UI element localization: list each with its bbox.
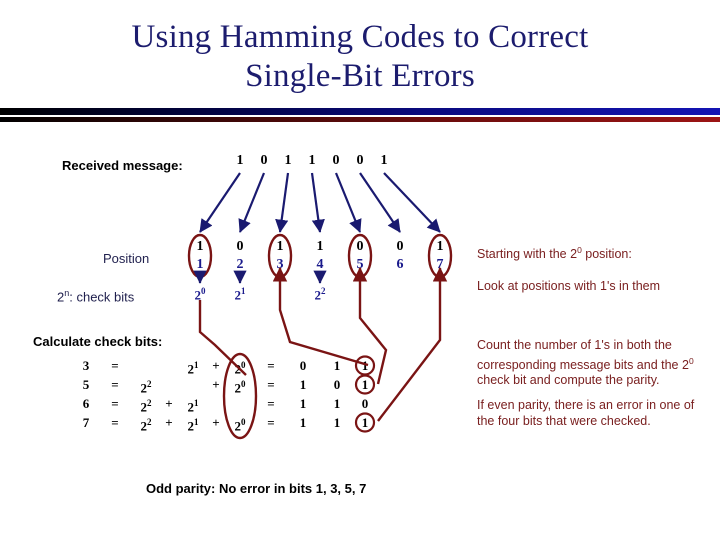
calc-table-row: 5 = 22 +20 = 1 0 1 [0,375,460,395]
calc-value: 6 [82,396,90,411]
note-count-ones: Count the number of 1's in both the corr… [477,338,694,388]
position-bit-value: 1 [316,239,324,254]
calc-table-row: 7 = 22 +21 +20 = 1 1 1 [0,413,460,434]
position-column: 14 [307,238,333,274]
calc-plus: + [212,377,220,392]
conclusion-text: Odd parity: No error in bits 1, 3, 5, 7 [146,481,367,496]
calc-equals: = [111,377,119,392]
divider-bar-red [0,117,720,122]
position-number: 2 [236,257,244,272]
position-number: 1 [196,257,204,272]
received-message-bits: 1 0 1 1 0 0 1 [0,153,720,171]
calc-plus: + [212,415,220,430]
calc-table-row: 6 = 22 +21 = 1 1 0 [0,394,460,414]
message-bit-arrow [238,172,266,233]
message-bit-arrow [359,172,401,233]
check-bit-power: 21 [234,286,246,303]
position-bit-value: 1 [196,239,204,254]
position-column: 05 [347,238,373,274]
position-number: 5 [356,257,364,272]
calc-bit-parity: 1 [361,377,369,392]
calc-bit: 0 [333,377,341,392]
calc-bit: 1 [333,396,341,411]
position-number: 6 [396,257,404,272]
calculate-check-bits-label: Calculate check bits: [33,334,163,349]
calc-equals: = [111,396,119,411]
calc-equals: = [267,396,275,411]
calc-bit-parity: 1 [361,358,369,373]
check-bits-label: 2n: check bits [57,288,135,305]
calc-value: 5 [82,377,90,392]
connector-row3-to-pos3 [272,267,369,367]
note-starting-position: Starting with the 20 position: [477,245,632,262]
position-to-checkbit-arrows [193,270,327,284]
message-bit: 0 [356,153,364,168]
page-title: Using Hamming Codes to Correct Single-Bi… [0,18,720,96]
calc-plus: + [212,358,220,373]
position-bit-value: 1 [276,239,284,254]
message-bit-arrow [334,172,362,233]
note-look-at-positions: Look at positions with 1's in them [477,279,661,293]
calc-value: 7 [82,415,90,430]
position-bit-value: 0 [356,239,364,254]
calc-plus: + [165,396,173,411]
calc-bit: 1 [333,415,341,430]
calc-equals: = [267,377,275,392]
message-bit: 1 [308,153,316,168]
title-line-1: Using Hamming Codes to Correct [131,19,589,55]
position-label: Position [103,251,150,266]
calc-equals: = [111,415,119,430]
calc-bit: 1 [299,396,307,411]
title-line-2: Single-Bit Errors [245,58,475,94]
position-number: 7 [436,257,444,272]
position-bit-value: 0 [236,239,244,254]
position-column: 11 [187,238,213,274]
note-even-parity: If even parity, there is an error in one… [477,398,695,428]
message-bit: 0 [332,153,340,168]
check-bit-power: 20 [194,286,206,303]
message-bit: 1 [236,153,244,168]
calc-bit: 1 [299,377,307,392]
message-bit: 1 [284,153,292,168]
message-bit-arrow [383,172,441,233]
calc-bit-parity: 0 [361,396,369,411]
message-to-position-arrows [199,172,441,233]
position-number: 3 [276,257,284,272]
calc-bit: 1 [333,358,341,373]
position-column: 02 [227,238,253,274]
calc-bit: 1 [299,415,307,430]
calc-bit-parity: 1 [361,415,369,430]
check-bit-power: 22 [314,286,326,303]
message-bit: 0 [260,153,268,168]
calc-term: 22 [140,417,152,434]
message-bit-arrow [199,172,241,233]
message-bit-arrow [275,172,290,233]
divider-bar-blue [0,108,720,115]
calc-equals: = [267,415,275,430]
position-bit-value: 1 [436,239,444,254]
calc-term: 21 [187,417,199,434]
position-column: 06 [387,238,413,274]
position-bit-value: 0 [396,239,404,254]
calc-table-row: 3 = 21 +20 = 0 1 1 [0,356,460,376]
calc-equals: = [111,358,119,373]
calc-plus: + [165,415,173,430]
position-column: 13 [267,238,293,274]
slide-root: Using Hamming Codes to Correct Single-Bi… [0,0,720,540]
position-number: 4 [316,257,324,272]
message-bit-arrow [310,172,325,233]
calc-equals: = [267,358,275,373]
title-divider [0,108,720,122]
message-bit: 1 [380,153,388,168]
calc-term: 20 [234,417,246,434]
calc-bit: 0 [299,358,307,373]
position-column: 17 [427,238,453,274]
calc-value: 3 [82,358,90,373]
check-bit-calculation-table: 3 = 21 +20 = 0 1 1 5 = 22 +20 = 1 0 1 6 = 22 +21 = 1 1 0 7 = 22 +21… [0,356,460,434]
